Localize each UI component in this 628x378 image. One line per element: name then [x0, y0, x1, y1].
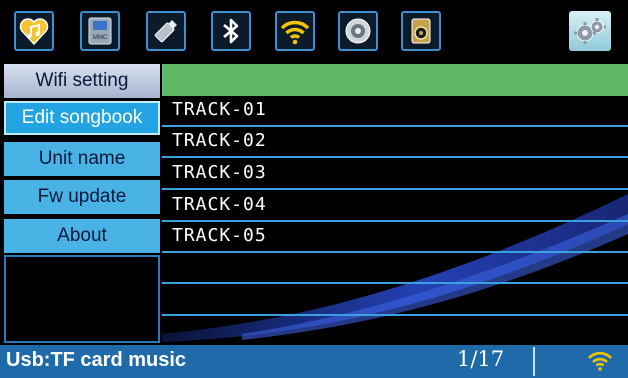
- device-screen: MMC Wifi setting Edit songbook Unit name…: [0, 0, 628, 378]
- track-row[interactable]: TRACK-05: [162, 222, 628, 253]
- menu-item-unit-name[interactable]: Unit name: [4, 142, 160, 176]
- source-label: Usb:TF card music: [6, 349, 187, 371]
- settings-button[interactable]: [569, 11, 611, 51]
- speaker-icon: [411, 18, 431, 44]
- sd-card-button[interactable]: MMC: [80, 11, 120, 51]
- sd-card-label: MMC: [93, 35, 108, 41]
- menu-item-label: About: [57, 225, 107, 246]
- disc-button[interactable]: [338, 11, 378, 51]
- track-row[interactable]: TRACK-01: [162, 96, 628, 127]
- menu-item-about[interactable]: About: [4, 219, 160, 253]
- sd-card-icon: MMC: [88, 17, 112, 45]
- menu-item-label: Fw update: [37, 186, 127, 207]
- track-row[interactable]: [162, 316, 628, 342]
- status-divider: [533, 347, 535, 376]
- track-counter: 1/17: [457, 347, 505, 371]
- menu-empty-area: [4, 255, 160, 343]
- menu-item-edit-songbook[interactable]: Edit songbook: [4, 101, 160, 135]
- menu-item-label: Wifi setting: [35, 70, 129, 91]
- usb-drive-button[interactable]: [146, 11, 186, 51]
- track-row[interactable]: [162, 253, 628, 284]
- track-row[interactable]: [162, 285, 628, 316]
- usb-drive-icon: [154, 20, 177, 43]
- track-label: TRACK-05: [172, 225, 267, 246]
- track-row[interactable]: TRACK-03: [162, 159, 628, 190]
- bluetooth-icon: [223, 18, 239, 44]
- menu-item-label: Unit name: [38, 148, 126, 169]
- gears-icon: [574, 18, 606, 44]
- track-label: TRACK-01: [172, 99, 267, 120]
- track-list: TRACK-01 TRACK-02 TRACK-03 TRACK-04 TRAC…: [162, 64, 628, 342]
- top-toolbar: MMC: [0, 0, 628, 62]
- list-header-bar: [162, 64, 628, 96]
- status-bar: Usb:TF card music 1/17: [0, 345, 628, 378]
- track-row[interactable]: TRACK-02: [162, 127, 628, 158]
- track-label: TRACK-02: [172, 130, 267, 151]
- wifi-button[interactable]: [275, 11, 315, 51]
- menu-item-wifi-setting[interactable]: Wifi setting: [4, 64, 160, 98]
- music-icon: [19, 18, 49, 46]
- disc-icon: [345, 18, 371, 44]
- music-button[interactable]: [14, 11, 54, 51]
- track-label: TRACK-04: [172, 194, 267, 215]
- track-row[interactable]: TRACK-04: [162, 191, 628, 222]
- menu-item-label: Edit songbook: [21, 107, 143, 128]
- speaker-button[interactable]: [401, 11, 441, 51]
- menu-item-fw-update[interactable]: Fw update: [4, 180, 160, 214]
- bluetooth-button[interactable]: [211, 11, 251, 51]
- wifi-icon: [588, 351, 612, 371]
- track-label: TRACK-03: [172, 162, 267, 183]
- wifi-icon: [280, 20, 310, 45]
